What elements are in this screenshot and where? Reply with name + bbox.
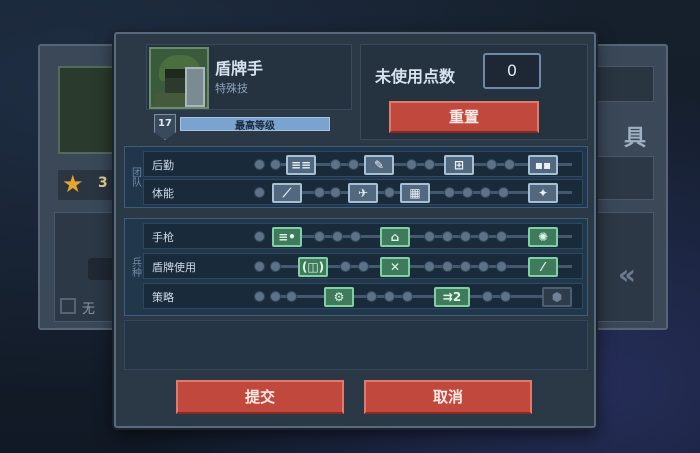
level-label: 最高等级	[235, 121, 275, 132]
skill-node[interactable]: ≡•	[272, 227, 302, 247]
skill-node[interactable]: ✎	[364, 155, 394, 175]
skill-row-name: 体能	[152, 187, 174, 200]
skill-node[interactable]: ✦	[528, 183, 558, 203]
group-label-team: 团队	[129, 167, 141, 187]
skill-node[interactable]: ⟋	[272, 183, 302, 203]
skill-row-pistol: 手枪 ≡• ⌂ ✺	[143, 223, 583, 249]
unit-subtitle: 特殊技	[215, 82, 248, 95]
empty-skill-area	[124, 320, 588, 370]
level-progress-bar: 最高等级	[180, 117, 330, 132]
group-label-class: 兵种	[129, 257, 141, 277]
unused-points-value: 0	[483, 53, 541, 89]
submit-button[interactable]: 提交	[176, 380, 344, 414]
chevron-left-icon: «	[617, 258, 636, 291]
skill-row-strategy: 策略 ⚙ ⇉2 ⬢	[143, 283, 583, 309]
skill-node[interactable]: ⁄	[528, 257, 558, 277]
skill-node[interactable]: ✕	[380, 257, 410, 277]
skill-group-team: 团队 后勤 ≡≡ ✎ ⊞ ▪▪ 体能 ⟋ ✈ ▦ ✦	[124, 146, 588, 208]
points-panel: 未使用点数 0 重置	[360, 44, 588, 140]
star-icon: ★	[62, 170, 84, 198]
none-label: 无	[82, 302, 96, 317]
skill-row-name: 后勤	[152, 159, 174, 172]
background-equipment-heading: 具	[623, 126, 646, 151]
cancel-button[interactable]: 取消	[364, 380, 532, 414]
pistol-icon	[88, 258, 116, 280]
skill-node[interactable]: ▦	[400, 183, 430, 203]
unit-header: 盾牌手 特殊技	[146, 44, 352, 110]
skill-node[interactable]: ✈	[348, 183, 378, 203]
star-count: 3	[98, 175, 108, 191]
skill-row-shield-use: 盾牌使用 (◫) ✕ ⁄	[143, 253, 583, 279]
skill-node[interactable]: ⊞	[444, 155, 474, 175]
skill-row-name: 手枪	[152, 231, 174, 244]
skill-node[interactable]: ▪▪	[528, 155, 558, 175]
skill-dialog: 盾牌手 特殊技 17 最高等级 未使用点数 0 重置 团队 后勤 ≡≡ ✎ ⊞ …	[114, 32, 596, 428]
skill-node[interactable]: ⌂	[380, 227, 410, 247]
skill-row-name: 策略	[152, 291, 174, 304]
skill-row-stamina: 体能 ⟋ ✈ ▦ ✦	[143, 179, 583, 205]
unused-points-label: 未使用点数	[375, 67, 456, 86]
background-portrait	[58, 66, 120, 154]
level-badge: 17	[154, 114, 176, 140]
reset-button[interactable]: 重置	[389, 101, 539, 133]
unit-name: 盾牌手	[215, 59, 264, 78]
none-checkbox	[60, 298, 76, 314]
shield-icon	[185, 67, 205, 107]
skill-node[interactable]: ⇉2	[434, 287, 470, 307]
skill-node[interactable]: (◫)	[298, 257, 328, 277]
skill-group-class: 兵种 手枪 ≡• ⌂ ✺ 盾牌使用 (◫) ✕ ⁄ 策略 ⚙ ⇉2 ⬢	[124, 218, 588, 316]
unit-portrait	[149, 47, 209, 109]
skill-node[interactable]: ⚙	[324, 287, 354, 307]
skill-row-logistics: 后勤 ≡≡ ✎ ⊞ ▪▪	[143, 151, 583, 177]
skill-row-name: 盾牌使用	[152, 261, 196, 274]
skill-node[interactable]: ✺	[528, 227, 558, 247]
skill-node-locked[interactable]: ⬢	[542, 287, 572, 307]
skill-node[interactable]: ≡≡	[286, 155, 316, 175]
